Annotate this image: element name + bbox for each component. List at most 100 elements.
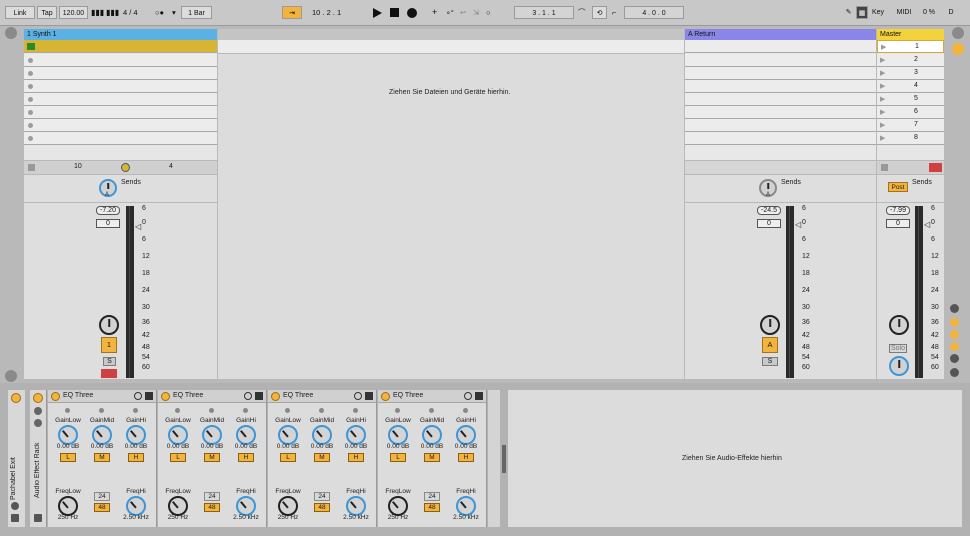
mid-on-button[interactable]: M	[204, 453, 220, 462]
record-icon[interactable]	[407, 8, 417, 18]
arm-button[interactable]	[101, 369, 117, 378]
selected-scene-strip[interactable]	[218, 40, 684, 53]
freqlow-knob[interactable]	[58, 496, 78, 516]
automation-arm-icon[interactable]: ∘°	[446, 6, 454, 19]
link-button[interactable]: Link	[5, 6, 35, 19]
track-on-icon[interactable]	[11, 393, 21, 403]
low-on-button[interactable]: L	[280, 453, 296, 462]
computer-keyboard-icon[interactable]: ▦	[856, 6, 868, 19]
gainlow-knob[interactable]	[278, 425, 298, 445]
browser-toggle-icon[interactable]	[5, 27, 17, 39]
back-to-arrangement-icon[interactable]: ↩	[460, 6, 466, 19]
low-on-button[interactable]: L	[390, 453, 406, 462]
mixer-toggle-icon[interactable]	[950, 330, 959, 339]
volume-field[interactable]: -7.20	[96, 206, 120, 215]
stop-all-clips-button[interactable]	[881, 164, 888, 171]
freqhi-knob[interactable]	[126, 496, 146, 516]
gainhi-knob[interactable]	[456, 425, 476, 445]
hot-swap-icon[interactable]	[134, 392, 142, 400]
gainmid-knob[interactable]	[92, 425, 112, 445]
session-view-icon[interactable]	[952, 43, 964, 55]
track-header-master[interactable]: Master	[877, 29, 944, 40]
slope-48-button[interactable]: 48	[94, 503, 110, 512]
scene-launch[interactable]: ▶ 5	[877, 93, 944, 106]
stop-clip-button[interactable]	[28, 164, 35, 171]
gainhi-knob[interactable]	[346, 425, 366, 445]
pan-field[interactable]: 0	[96, 219, 120, 228]
slope-24-button[interactable]: 24	[94, 492, 110, 501]
key-map-button[interactable]: Key	[869, 6, 887, 19]
draw-mode-icon[interactable]: ✎	[842, 6, 855, 19]
chain-toggle-icon[interactable]	[34, 419, 42, 427]
solo-button[interactable]: S	[103, 357, 116, 366]
drop-area[interactable]	[218, 54, 684, 379]
save-preset-icon[interactable]	[34, 514, 42, 522]
volume-fader-handle[interactable]: ◁	[135, 222, 141, 231]
hot-swap-icon[interactable]	[464, 392, 472, 400]
freqhi-knob[interactable]	[456, 496, 476, 516]
chevron-down-icon[interactable]: ▾	[172, 6, 176, 19]
tap-tempo-button[interactable]: Tap	[37, 6, 57, 19]
device-title-bar[interactable]: EQ Three	[378, 390, 486, 403]
track-header-synth[interactable]: 1 Synth 1	[24, 29, 217, 40]
play-icon[interactable]	[373, 8, 382, 18]
gainlow-knob[interactable]	[168, 425, 188, 445]
cue-volume-knob[interactable]	[889, 356, 909, 376]
pan-knob[interactable]	[760, 315, 780, 335]
rack-on-icon[interactable]	[33, 393, 43, 403]
returns-toggle-icon[interactable]	[950, 318, 959, 327]
stop-all-icon[interactable]	[929, 163, 942, 172]
low-on-button[interactable]: L	[60, 453, 76, 462]
overdub-icon[interactable]: +	[432, 6, 437, 19]
scene-launch[interactable]: ▶ 7	[877, 119, 944, 132]
scene-launch[interactable]: ▶ 8	[877, 132, 944, 145]
slope-24-button[interactable]: 24	[424, 492, 440, 501]
io-toggle-icon[interactable]	[952, 27, 964, 39]
high-on-button[interactable]: H	[128, 453, 144, 462]
gainmid-knob[interactable]	[422, 425, 442, 445]
slope-48-button[interactable]: 48	[424, 503, 440, 512]
solo-button[interactable]: S	[762, 357, 778, 366]
pan-field[interactable]: 0	[886, 219, 910, 228]
tempo-field[interactable]: 120.00	[59, 6, 88, 19]
clip-slot[interactable]	[24, 54, 217, 67]
freqhi-knob[interactable]	[236, 496, 256, 516]
track-activator-button[interactable]: A	[762, 337, 778, 353]
scene-launch[interactable]: ▶ 6	[877, 106, 944, 119]
freqhi-knob[interactable]	[346, 496, 366, 516]
slope-48-button[interactable]: 48	[204, 503, 220, 512]
freqlow-knob[interactable]	[168, 496, 188, 516]
volume-field[interactable]: -7.99	[886, 206, 910, 215]
clip-slot[interactable]	[24, 119, 217, 132]
scene-launch[interactable]: ▶ 1	[877, 40, 944, 53]
gainlow-knob[interactable]	[388, 425, 408, 445]
device-title-bar[interactable]: EQ Three	[48, 390, 156, 403]
pan-knob[interactable]	[99, 315, 119, 335]
device-on-icon[interactable]	[51, 392, 60, 401]
device-on-icon[interactable]	[271, 392, 280, 401]
clip-slot[interactable]	[24, 106, 217, 119]
high-on-button[interactable]: H	[348, 453, 364, 462]
capture-icon[interactable]: ⇲	[473, 6, 479, 19]
play-icon[interactable]	[27, 43, 35, 50]
sends-toggle-icon[interactable]	[950, 304, 959, 313]
save-preset-icon[interactable]	[255, 392, 263, 400]
low-on-button[interactable]: L	[170, 453, 186, 462]
macro-toggle-icon[interactable]	[34, 407, 42, 415]
freqlow-knob[interactable]	[278, 496, 298, 516]
save-preset-icon[interactable]	[145, 392, 153, 400]
hot-swap-icon[interactable]	[354, 392, 362, 400]
follow-icon[interactable]: ⇥	[282, 6, 302, 19]
high-on-button[interactable]: H	[458, 453, 474, 462]
clip-slot[interactable]	[24, 80, 217, 93]
high-on-button[interactable]: H	[238, 453, 254, 462]
gainmid-knob[interactable]	[312, 425, 332, 445]
device-title-bar[interactable]: EQ Three	[158, 390, 266, 403]
mid-on-button[interactable]: M	[424, 453, 440, 462]
overview-toggle-icon[interactable]	[5, 370, 17, 382]
track-header-return[interactable]: A Return	[685, 29, 876, 40]
time-signature-field[interactable]: 4 / 4	[123, 6, 138, 19]
track-delay-icon[interactable]	[950, 354, 959, 363]
nudge-up-icon[interactable]: ▮▮▮	[106, 6, 119, 19]
gainmid-knob[interactable]	[202, 425, 222, 445]
